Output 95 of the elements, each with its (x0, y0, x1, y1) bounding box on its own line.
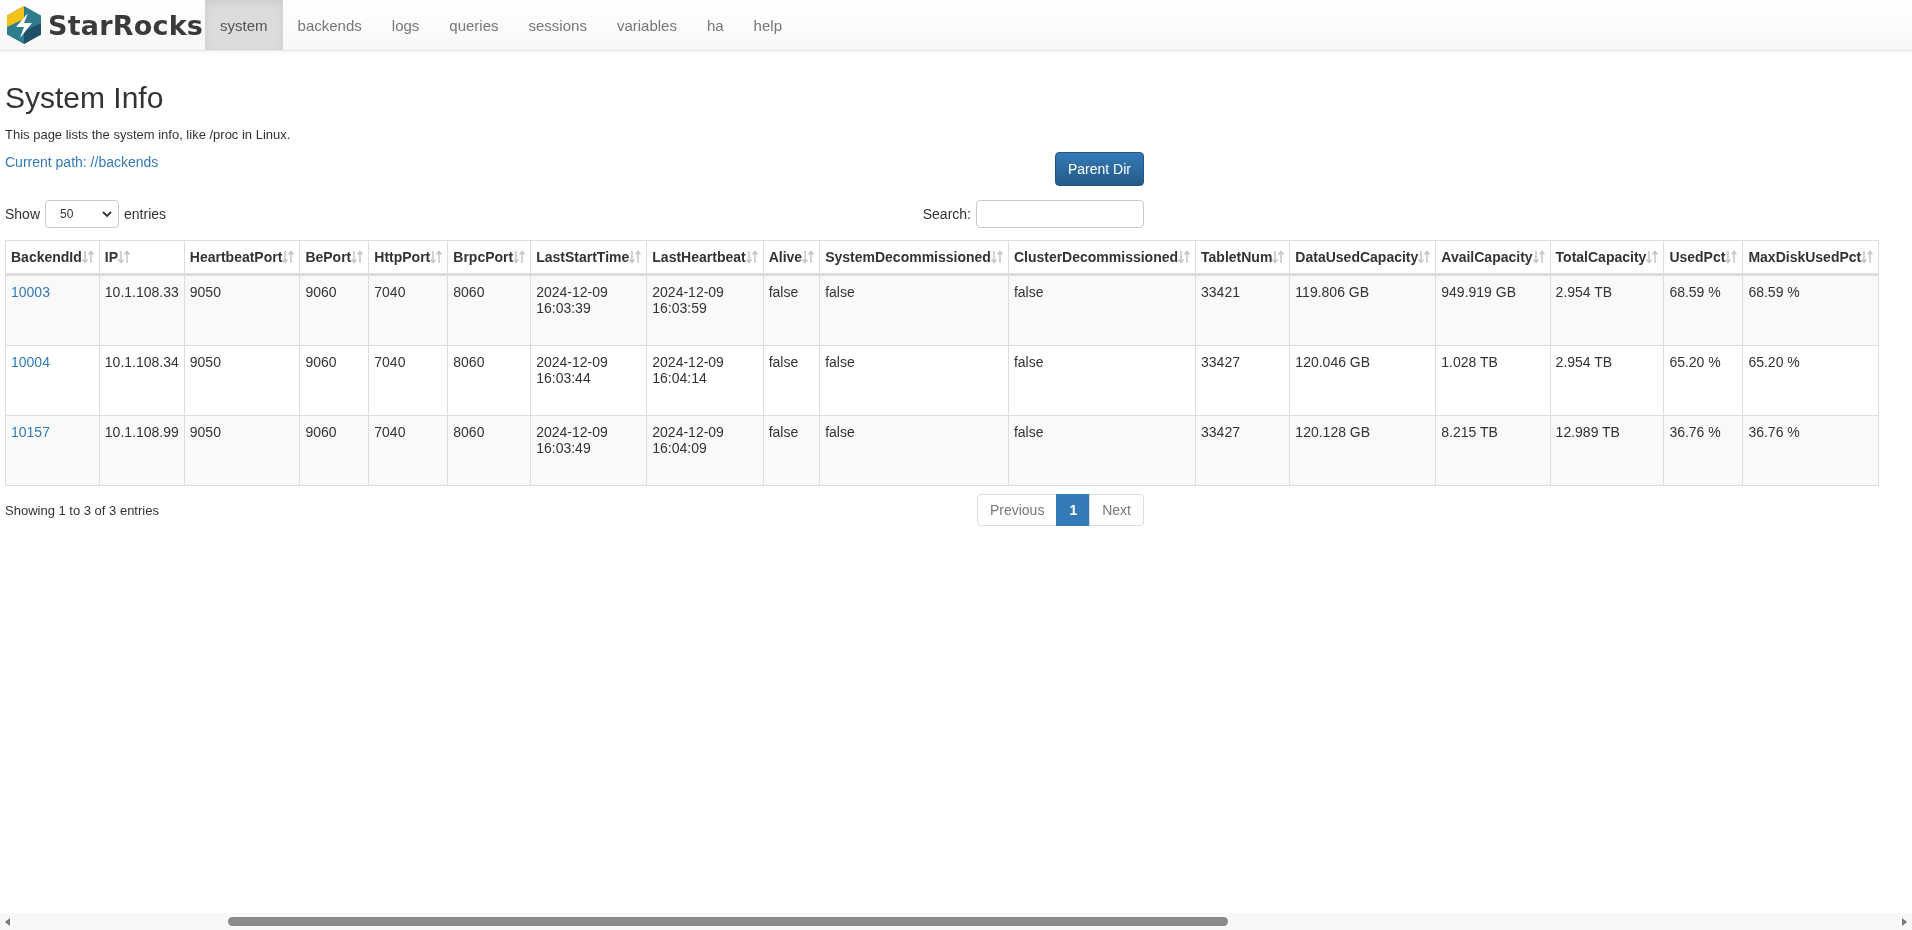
scrollbar-thumb[interactable] (228, 917, 1228, 926)
sort-icon (1418, 250, 1431, 264)
table-cell: 9050 (184, 345, 300, 416)
table-cell: 10.1.108.34 (99, 345, 185, 416)
sort-icon (629, 250, 642, 264)
table-cell: 120.046 GB (1289, 345, 1436, 416)
table-cell: 7040 (368, 345, 448, 416)
table-cell: 2024-12-09 16:03:59 (646, 274, 764, 346)
table-cell: 2024-12-09 16:04:14 (646, 345, 764, 416)
nav-tab[interactable]: ha (691, 0, 739, 50)
show-label: Show (5, 206, 41, 222)
table-cell: 9050 (184, 415, 300, 486)
table-cell: 65.20 % (1663, 345, 1743, 416)
nav-tab[interactable]: backends (282, 0, 377, 50)
sort-icon (513, 250, 526, 264)
table-cell: 1.028 TB (1435, 345, 1551, 416)
sort-icon (1532, 250, 1545, 264)
table-cell: 7040 (368, 415, 448, 486)
sort-icon (351, 250, 364, 264)
table-cell: false (1008, 274, 1196, 346)
sort-icon (1861, 250, 1874, 264)
table-cell: false (763, 274, 820, 346)
table-cell: 2024-12-09 16:04:09 (646, 415, 764, 486)
brand-name[interactable]: StarRocks (48, 9, 204, 41)
table-cell: 9060 (299, 415, 369, 486)
entries-info: Showing 1 to 3 of 3 entries (5, 502, 159, 518)
sort-icon (802, 250, 815, 264)
nav-tab[interactable]: variables (601, 0, 692, 50)
table-cell: 10.1.108.33 (99, 274, 185, 346)
search-field[interactable] (976, 200, 1144, 228)
nav-tab[interactable]: system (205, 0, 283, 50)
table-cell: 10.1.108.99 (99, 415, 185, 486)
sort-icon (118, 250, 131, 264)
backend-id-link[interactable]: 10004 (11, 354, 50, 370)
current-path-link[interactable]: Current path: //backends (5, 154, 159, 170)
table-cell: 68.59 % (1742, 274, 1879, 346)
entries-select[interactable]: 50 (45, 200, 120, 228)
sort-icon (81, 250, 94, 264)
table-cell: false (1008, 345, 1196, 416)
parent-dir-button[interactable]: Parent Dir (1054, 152, 1144, 186)
table-cell: 8060 (447, 345, 531, 416)
nav-tab[interactable]: help (738, 0, 797, 50)
table-cell: 8060 (447, 415, 531, 486)
sort-icon (1725, 250, 1738, 264)
sort-icon (1272, 250, 1285, 264)
table-cell: 119.806 GB (1289, 274, 1436, 346)
entries-label: entries (124, 206, 167, 222)
table-cell: false (763, 345, 820, 416)
backend-id-link[interactable]: 10157 (11, 424, 50, 440)
table-cell: 33427 (1195, 345, 1290, 416)
sort-icon (282, 250, 295, 264)
table-cell: false (819, 274, 1009, 346)
scroll-right-icon[interactable] (1900, 917, 1908, 926)
table-cell: 65.20 % (1742, 345, 1879, 416)
table-cell: 9060 (299, 345, 369, 416)
table-cell: false (763, 415, 820, 486)
table-cell: 36.76 % (1663, 415, 1743, 486)
table-cell: 7040 (368, 274, 448, 346)
nav-tab[interactable]: sessions (513, 0, 602, 50)
table-cell: false (1008, 415, 1196, 486)
logo-icon (4, 5, 44, 45)
table-cell: 2024-12-09 16:03:49 (530, 415, 647, 486)
sort-icon (1178, 250, 1191, 264)
chevron-down-icon (102, 210, 113, 218)
search-label: Search: (922, 206, 971, 222)
page-description: This page lists the system info, like /proc in Linux. (5, 127, 292, 142)
table-cell: 2.954 TB (1550, 345, 1664, 416)
next-button[interactable]: Next (1089, 494, 1144, 526)
page-number-button[interactable]: 1 (1056, 494, 1091, 526)
table-cell: 949.919 GB (1435, 274, 1551, 346)
table-cell: false (819, 415, 1009, 486)
scroll-left-icon[interactable] (4, 917, 12, 926)
sort-icon (430, 250, 443, 264)
table-cell: 33421 (1195, 274, 1290, 346)
page-title: System Info (5, 81, 165, 115)
sort-icon (1646, 250, 1659, 264)
table-cell: 9050 (184, 274, 300, 346)
horizontal-scrollbar[interactable] (0, 913, 1912, 930)
table-cell: 2.954 TB (1550, 274, 1664, 346)
table-cell: 12.989 TB (1550, 415, 1664, 486)
table-cell: 8.215 TB (1435, 415, 1551, 486)
table-cell: false (819, 345, 1009, 416)
backend-id-link[interactable]: 10003 (11, 284, 50, 300)
table-cell: 2024-12-09 16:03:39 (530, 274, 647, 346)
nav-tab[interactable]: logs (376, 0, 435, 50)
table-cell: 9060 (299, 274, 369, 346)
table-cell: 36.76 % (1742, 415, 1879, 486)
sort-icon (990, 250, 1003, 264)
table-cell: 8060 (447, 274, 531, 346)
table-cell: 68.59 % (1663, 274, 1743, 346)
table-cell: 33427 (1195, 415, 1290, 486)
nav-tab[interactable]: queries (434, 0, 514, 50)
table-cell: 2024-12-09 16:03:44 (530, 345, 647, 416)
table-cell: 120.128 GB (1289, 415, 1436, 486)
sort-icon (745, 250, 758, 264)
